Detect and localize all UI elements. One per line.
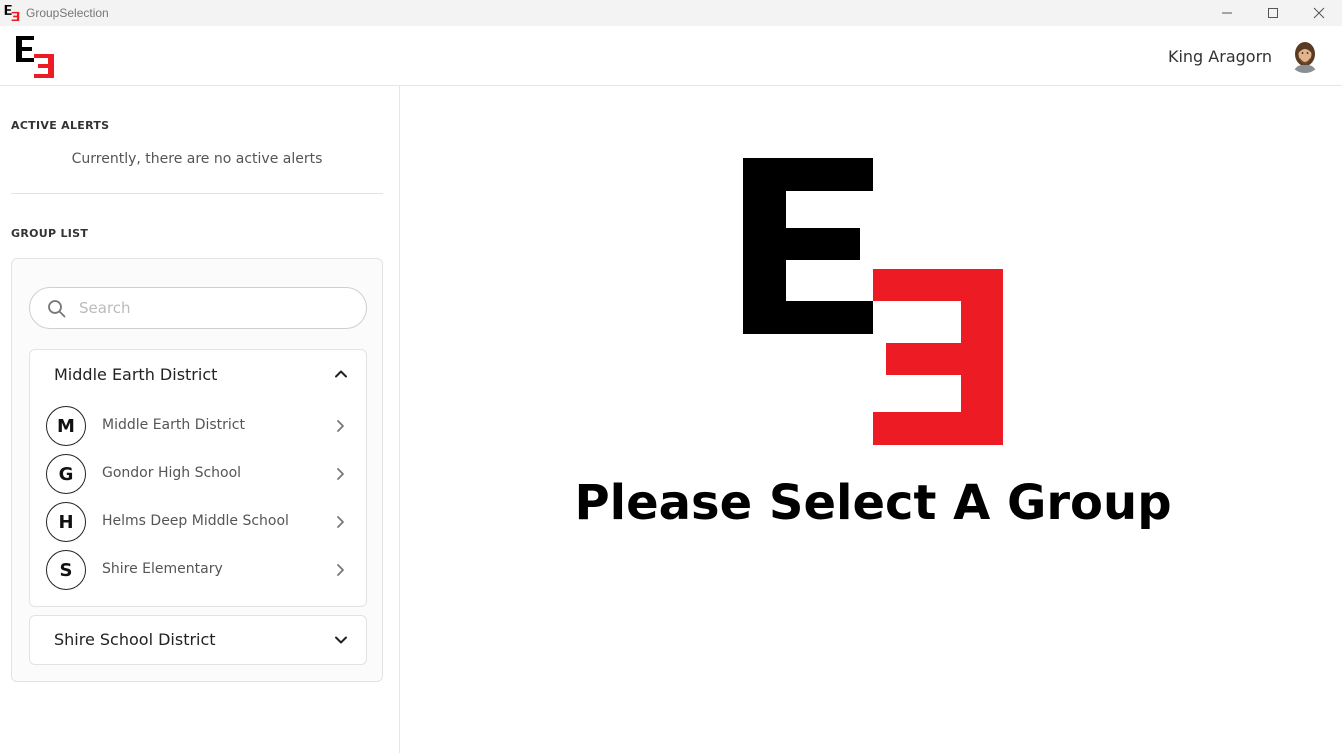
e3-logo-icon[interactable] bbox=[16, 36, 54, 78]
close-button[interactable] bbox=[1296, 0, 1342, 26]
maximize-button[interactable] bbox=[1250, 0, 1296, 26]
search-input[interactable] bbox=[77, 296, 347, 320]
school-initial-badge: M bbox=[46, 406, 86, 446]
window-titlebar: GroupSelection bbox=[0, 0, 1342, 26]
chevron-right-icon bbox=[337, 468, 344, 480]
search-icon bbox=[48, 300, 66, 318]
school-item[interactable]: G Gondor High School bbox=[30, 450, 366, 498]
district-header[interactable]: Middle Earth District bbox=[30, 350, 366, 400]
close-icon bbox=[1313, 7, 1325, 19]
school-initial-badge: S bbox=[46, 550, 86, 590]
school-item[interactable]: H Helms Deep Middle School bbox=[30, 498, 366, 546]
school-name: Gondor High School bbox=[102, 465, 242, 481]
search-box[interactable] bbox=[29, 287, 367, 329]
user-name[interactable]: King Aragorn bbox=[1168, 47, 1272, 66]
sidebar: ACTIVE ALERTS Currently, there are no ac… bbox=[0, 86, 400, 753]
chevron-right-icon bbox=[337, 564, 344, 576]
app-logo-icon bbox=[4, 5, 20, 21]
district-card-shire: Shire School District bbox=[29, 615, 367, 665]
district-header[interactable]: Shire School District bbox=[30, 616, 366, 666]
chevron-right-icon bbox=[337, 420, 344, 432]
window-title: GroupSelection bbox=[26, 6, 109, 20]
user-avatar-icon bbox=[1288, 39, 1322, 73]
main-content: Please Select A Group bbox=[400, 86, 1342, 753]
group-list-panel: Middle Earth District M Middle Earth Dis… bbox=[11, 258, 383, 682]
window-controls bbox=[1204, 0, 1342, 26]
school-item[interactable]: S Shire Elementary bbox=[30, 546, 366, 594]
district-name: Middle Earth District bbox=[54, 365, 218, 384]
school-initial-badge: G bbox=[46, 454, 86, 494]
app-header: King Aragorn bbox=[0, 26, 1342, 86]
e3-large-logo-icon bbox=[743, 158, 1003, 445]
school-initial-badge: H bbox=[46, 502, 86, 542]
section-divider bbox=[11, 193, 383, 194]
no-alerts-message: Currently, there are no active alerts bbox=[71, 151, 323, 167]
active-alerts-title: ACTIVE ALERTS bbox=[11, 119, 110, 132]
school-item[interactable]: M Middle Earth District bbox=[30, 402, 366, 450]
school-name: Middle Earth District bbox=[102, 417, 245, 433]
district-card-middle-earth: Middle Earth District M Middle Earth Dis… bbox=[29, 349, 367, 607]
group-list-title: GROUP LIST bbox=[11, 227, 89, 240]
select-group-message: Please Select A Group bbox=[574, 475, 1172, 531]
maximize-icon bbox=[1268, 8, 1278, 18]
chevron-right-icon bbox=[337, 516, 344, 528]
chevron-down-icon[interactable] bbox=[334, 633, 348, 647]
district-name: Shire School District bbox=[54, 630, 216, 649]
minimize-icon bbox=[1222, 12, 1232, 14]
school-name: Shire Elementary bbox=[102, 561, 223, 577]
chevron-up-icon[interactable] bbox=[334, 367, 348, 381]
minimize-button[interactable] bbox=[1204, 0, 1250, 26]
school-name: Helms Deep Middle School bbox=[102, 513, 289, 529]
user-avatar[interactable] bbox=[1288, 39, 1322, 73]
